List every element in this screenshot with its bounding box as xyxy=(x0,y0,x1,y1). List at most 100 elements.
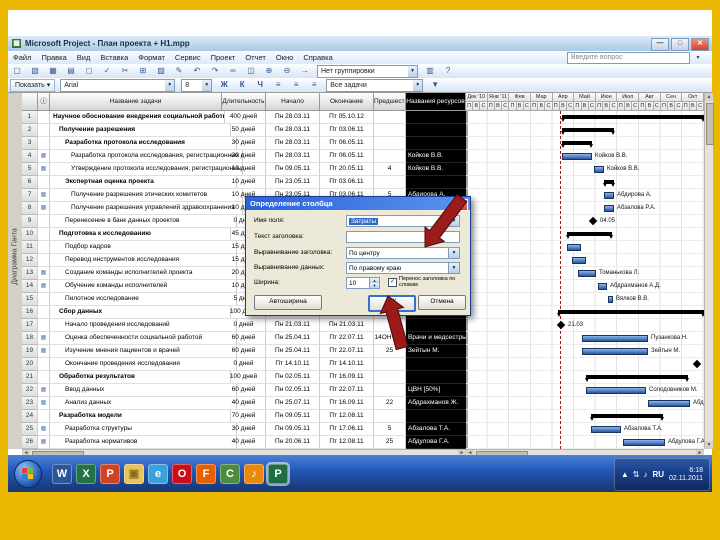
timescale-day[interactable]: С xyxy=(653,102,661,111)
timescale-day[interactable]: В xyxy=(473,102,481,111)
wrap-header-checkbox[interactable]: ✓ xyxy=(388,278,397,287)
cancel-button[interactable]: Отмена xyxy=(418,295,466,310)
indicator-cell[interactable]: ▦ xyxy=(38,202,50,215)
gantt-summary-bar[interactable] xyxy=(561,128,615,135)
task-name-cell[interactable]: Экспертная оценка проекта xyxy=(50,176,237,189)
timescale-day[interactable]: П xyxy=(466,102,474,111)
column-header[interactable]: Предшественники xyxy=(374,93,406,111)
row-number[interactable]: 3 xyxy=(22,137,38,150)
indicator-cell[interactable] xyxy=(38,241,50,254)
task-name-cell[interactable]: Разработка протокола исследования xyxy=(50,137,237,150)
header-align-combo[interactable]: По центру ▼ xyxy=(346,247,460,259)
help-icon[interactable]: ? xyxy=(440,64,456,78)
timescale-day[interactable]: П xyxy=(682,102,690,111)
language-indicator[interactable]: RU xyxy=(652,470,664,479)
finish-cell[interactable]: Пт 20.05.11 xyxy=(320,163,374,176)
row-number[interactable]: 6 xyxy=(22,176,38,189)
gantt-task-bar[interactable] xyxy=(578,270,596,277)
resource-cell[interactable] xyxy=(406,319,466,332)
gantt-task-bar[interactable] xyxy=(648,400,690,407)
ok-button[interactable]: ОК xyxy=(368,295,416,312)
resource-cell[interactable]: ЦВН [50%] xyxy=(406,384,466,397)
duration-cell[interactable]: 100 дней xyxy=(222,371,266,384)
chrome-icon[interactable]: C xyxy=(220,463,240,484)
scrollbar-thumb[interactable] xyxy=(706,103,714,145)
gantt-task-bar[interactable] xyxy=(582,335,648,342)
dialog-close-icon[interactable]: ✕ xyxy=(453,199,468,211)
minimize-button[interactable]: — xyxy=(651,38,669,51)
print-icon[interactable]: ▤ xyxy=(63,64,79,78)
menu-item[interactable]: Правка xyxy=(36,51,71,64)
resource-cell[interactable] xyxy=(406,371,466,384)
row-number[interactable]: 14 xyxy=(22,280,38,293)
predecessor-cell[interactable] xyxy=(374,410,406,423)
timescale-month[interactable]: Июн xyxy=(595,93,618,102)
show-button[interactable]: Показать ▾ xyxy=(10,78,56,92)
timescale-day[interactable]: П xyxy=(574,102,582,111)
clock[interactable]: 6:18 02.11.2011 xyxy=(669,467,703,483)
powerpoint-icon[interactable]: P xyxy=(100,463,120,484)
row-number[interactable]: 15 xyxy=(22,293,38,306)
redo-icon[interactable]: ↷ xyxy=(207,64,223,78)
start-cell[interactable]: Пн 25.07.11 xyxy=(266,397,320,410)
width-spinner[interactable]: 10 ▲ ▼ xyxy=(346,277,380,289)
start-button[interactable] xyxy=(14,459,42,488)
column-header[interactable]: Окончание xyxy=(320,93,374,111)
predecessor-cell[interactable]: 22 xyxy=(374,397,406,410)
task-name-cell[interactable]: Получение разрешения этических комитетов xyxy=(50,189,243,202)
duration-cell[interactable]: 60 дней xyxy=(222,384,266,397)
timescale-day[interactable]: В xyxy=(668,102,676,111)
finish-cell[interactable]: Пт 12.08.11 xyxy=(320,410,374,423)
explorer-folder-icon[interactable]: ▣ xyxy=(124,463,144,484)
tray-network-icon[interactable]: ⇅ xyxy=(633,470,640,479)
row-number[interactable]: 18 xyxy=(22,332,38,345)
print-preview-icon[interactable]: ◻ xyxy=(81,64,97,78)
row-number[interactable]: 21 xyxy=(22,371,38,384)
column-header[interactable]: Названия ресурсов xyxy=(406,93,466,111)
indicator-cell[interactable] xyxy=(38,254,50,267)
timescale-day[interactable]: П xyxy=(639,102,647,111)
copy-picture-icon[interactable]: ▥ xyxy=(422,64,438,78)
predecessor-cell[interactable] xyxy=(374,176,406,189)
menu-item[interactable]: Справка xyxy=(298,51,337,64)
font-size-combo[interactable]: 8 ▼ xyxy=(181,78,213,92)
gantt-task-bar[interactable] xyxy=(572,257,586,264)
opera-icon[interactable]: O xyxy=(172,463,192,484)
indicator-cell[interactable]: ▦ xyxy=(38,163,50,176)
media-player-icon[interactable]: ♪ xyxy=(244,463,264,484)
indicator-cell[interactable] xyxy=(38,306,50,319)
timescale-day[interactable]: С xyxy=(480,102,488,111)
menu-item[interactable]: Сервис xyxy=(170,51,206,64)
gantt-summary-bar[interactable] xyxy=(566,232,613,239)
resource-cell[interactable]: Койков В.В. xyxy=(406,150,466,163)
ms-project-icon[interactable]: P xyxy=(266,461,290,486)
gantt-milestone[interactable] xyxy=(692,359,702,369)
row-number[interactable]: 24 xyxy=(22,410,38,423)
task-name-cell[interactable]: Обучение команды исполнителей xyxy=(50,280,237,293)
start-cell[interactable]: Пн 28.03.11 xyxy=(266,137,320,150)
timescale-day[interactable]: В xyxy=(646,102,654,111)
tray-volume-icon[interactable]: ♪ xyxy=(643,470,647,479)
finish-cell[interactable]: Пт 14.10.11 xyxy=(320,358,374,371)
column-header[interactable] xyxy=(22,93,38,111)
open-icon[interactable]: ▧ xyxy=(27,64,43,78)
duration-cell[interactable]: 0 дней xyxy=(222,358,266,371)
menu-item[interactable]: Вставка xyxy=(95,51,133,64)
duration-cell[interactable]: 60 дней xyxy=(222,332,266,345)
indicator-cell[interactable]: ▦ xyxy=(38,384,50,397)
timescale-day[interactable]: П xyxy=(509,102,517,111)
bold-button[interactable]: Ж xyxy=(216,78,232,92)
predecessor-cell[interactable] xyxy=(374,124,406,137)
timescale-day[interactable]: В xyxy=(581,102,589,111)
timescale-day[interactable]: С xyxy=(610,102,618,111)
row-number[interactable]: 7 xyxy=(22,189,38,202)
indicator-cell[interactable] xyxy=(38,293,50,306)
timescale-month[interactable]: Фев xyxy=(509,93,531,102)
start-cell[interactable]: Пн 28.03.11 xyxy=(266,111,320,124)
start-cell[interactable]: Пн 25.04.11 xyxy=(266,345,320,358)
resource-cell[interactable] xyxy=(406,137,466,150)
gantt-summary-bar[interactable] xyxy=(585,375,689,382)
timescale-month[interactable]: Дек '10 xyxy=(466,93,488,102)
spinner-down-icon[interactable]: ▼ xyxy=(369,283,379,288)
indicator-cell[interactable]: ▦ xyxy=(38,436,50,449)
